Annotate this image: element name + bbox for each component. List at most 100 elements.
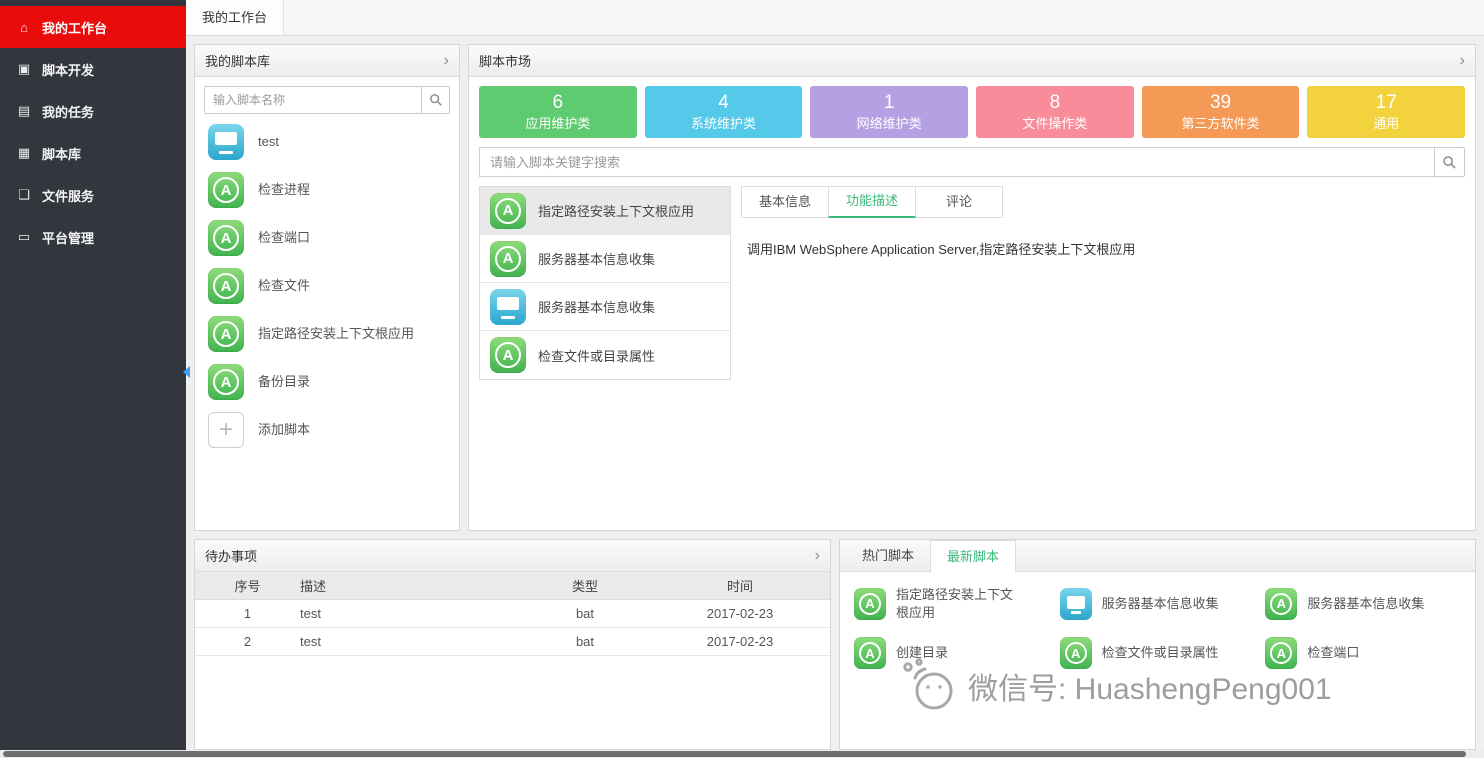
appstore-icon — [208, 220, 244, 256]
my-script-item[interactable]: 检查文件 — [195, 262, 459, 310]
category-cards: 6 应用维护类 4 系统维护类 1 网络维护类 8 — [479, 86, 1465, 138]
tab-feature-description[interactable]: 功能描述 — [828, 186, 916, 218]
todo-table-header: 序号 描述 类型 时间 — [195, 572, 830, 600]
script-name-search-input[interactable] — [204, 86, 422, 114]
market-search-input[interactable] — [479, 147, 1435, 177]
appstore-icon — [1265, 637, 1297, 669]
market-script-item[interactable]: 指定路径安装上下文根应用 — [480, 187, 730, 235]
appstore-icon — [490, 241, 526, 277]
category-card-network-maintenance[interactable]: 1 网络维护类 — [810, 86, 968, 138]
script-name: 备份目录 — [258, 373, 310, 391]
script-name: 检查端口 — [258, 229, 310, 247]
latest-script-item[interactable]: 服务器基本信息收集 — [1060, 586, 1256, 621]
sidebar-item-platform[interactable]: ▭ 平台管理 — [0, 216, 186, 258]
plus-icon — [208, 412, 244, 448]
script-dev-icon: ▣ — [16, 61, 32, 77]
category-count: 8 — [1050, 92, 1061, 114]
todo-row[interactable]: 2 test bat 2017-02-23 — [195, 628, 830, 656]
script-name: 创建目录 — [896, 644, 948, 662]
todo-header: 待办事项 — [195, 540, 830, 572]
category-label: 网络维护类 — [857, 113, 922, 132]
latest-script-item[interactable]: 服务器基本信息收集 — [1265, 586, 1461, 621]
market-script-item[interactable]: 检查文件或目录属性 — [480, 331, 730, 379]
sidebar-item-label: 平台管理 — [42, 228, 94, 247]
script-name: 服务器基本信息收集 — [1102, 595, 1219, 613]
horizontal-scrollbar[interactable] — [0, 750, 1484, 758]
category-card-third-party[interactable]: 39 第三方软件类 — [1142, 86, 1300, 138]
todo-row[interactable]: 1 test bat 2017-02-23 — [195, 600, 830, 628]
category-label: 第三方软件类 — [1182, 113, 1260, 132]
sidebar-item-label: 脚本库 — [42, 144, 81, 163]
category-label: 通用 — [1373, 113, 1399, 132]
col-header-desc: 描述 — [300, 576, 520, 595]
sidebar-item-my-tasks[interactable]: ▤ 我的任务 — [0, 90, 186, 132]
category-card-app-maintenance[interactable]: 6 应用维护类 — [479, 86, 637, 138]
cell-time: 2017-02-23 — [650, 606, 830, 621]
market-script-item[interactable]: 服务器基本信息收集 — [480, 283, 730, 331]
top-tabbar: 我的工作台 — [186, 0, 1484, 36]
category-count: 17 — [1376, 92, 1397, 114]
sidebar-item-workbench[interactable]: ⌂ 我的工作台 — [0, 6, 186, 48]
search-button[interactable] — [422, 86, 450, 114]
expand-arrow-icon[interactable] — [444, 53, 449, 69]
tab-comments[interactable]: 评论 — [915, 186, 1003, 218]
category-card-system-maintenance[interactable]: 4 系统维护类 — [645, 86, 803, 138]
my-script-item[interactable]: 备份目录 — [195, 358, 459, 406]
appstore-icon — [208, 172, 244, 208]
latest-script-item[interactable]: 检查端口 — [1265, 637, 1461, 669]
latest-scripts-panel: 热门脚本 最新脚本 指定路径安装上下文根应用 服务器基本信息收集 服务器基本信息… — [839, 539, 1476, 750]
category-card-file-operations[interactable]: 8 文件操作类 — [976, 86, 1134, 138]
my-script-item[interactable]: 指定路径安装上下文根应用 — [195, 310, 459, 358]
sidebar-item-script-dev[interactable]: ▣ 脚本开发 — [0, 48, 186, 90]
expand-arrow-icon[interactable] — [1460, 53, 1465, 69]
col-header-time: 时间 — [650, 576, 830, 595]
script-name: 检查端口 — [1307, 644, 1359, 662]
my-script-item[interactable]: test — [195, 118, 459, 166]
script-market-header: 脚本市场 — [469, 45, 1475, 77]
appstore-icon — [1265, 588, 1297, 620]
latest-script-item[interactable]: 检查文件或目录属性 — [1060, 637, 1256, 669]
category-label: 文件操作类 — [1022, 113, 1087, 132]
appstore-icon — [490, 337, 526, 373]
sidebar-collapse-arrow-icon[interactable] — [183, 366, 190, 378]
script-name: 服务器基本信息收集 — [538, 297, 655, 316]
appstore-icon — [208, 364, 244, 400]
panel-title: 我的脚本库 — [205, 51, 270, 70]
tab-hot-scripts[interactable]: 热门脚本 — [846, 540, 930, 571]
cell-desc: test — [300, 634, 520, 649]
scrollbar-thumb[interactable] — [3, 751, 1466, 757]
category-count: 1 — [884, 92, 895, 114]
script-name: 指定路径安装上下文根应用 — [896, 586, 1024, 621]
todo-table: 序号 描述 类型 时间 1 test bat 2017-02-23 2 test — [195, 572, 830, 656]
search-icon — [429, 93, 443, 107]
content: 我的脚本库 test 检查进程 — [186, 36, 1484, 758]
monitor-icon — [490, 289, 526, 325]
cell-no: 1 — [195, 606, 300, 621]
sidebar-item-script-library[interactable]: ▦ 脚本库 — [0, 132, 186, 174]
script-name: 检查文件 — [258, 277, 310, 295]
tab-latest-scripts[interactable]: 最新脚本 — [930, 540, 1016, 573]
my-script-item[interactable]: 检查端口 — [195, 214, 459, 262]
file-service-icon: ❏ — [16, 187, 32, 203]
cell-type: bat — [520, 634, 650, 649]
latest-script-item[interactable]: 指定路径安装上下文根应用 — [854, 586, 1050, 621]
latest-script-item[interactable]: 创建目录 — [854, 637, 1050, 669]
my-script-item[interactable]: 检查进程 — [195, 166, 459, 214]
my-script-library-panel: 我的脚本库 test 检查进程 — [194, 44, 460, 531]
script-name: 指定路径安装上下文根应用 — [258, 325, 414, 343]
sidebar-item-file-service[interactable]: ❏ 文件服务 — [0, 174, 186, 216]
cell-type: bat — [520, 606, 650, 621]
add-script-item[interactable]: 添加脚本 — [195, 406, 459, 454]
tab-workbench[interactable]: 我的工作台 — [186, 0, 284, 35]
home-icon: ⌂ — [16, 20, 32, 35]
expand-arrow-icon[interactable] — [815, 548, 820, 564]
script-market-panel: 脚本市场 6 应用维护类 4 系统维护类 1 — [468, 44, 1476, 531]
market-search-button[interactable] — [1435, 147, 1465, 177]
tab-basic-info[interactable]: 基本信息 — [741, 186, 829, 218]
main-area: 我的工作台 我的脚本库 test — [186, 0, 1484, 758]
category-card-general[interactable]: 17 通用 — [1307, 86, 1465, 138]
market-script-item[interactable]: 服务器基本信息收集 — [480, 235, 730, 283]
appstore-icon — [490, 193, 526, 229]
sidebar-item-label: 文件服务 — [42, 186, 94, 205]
category-count: 6 — [553, 92, 564, 114]
